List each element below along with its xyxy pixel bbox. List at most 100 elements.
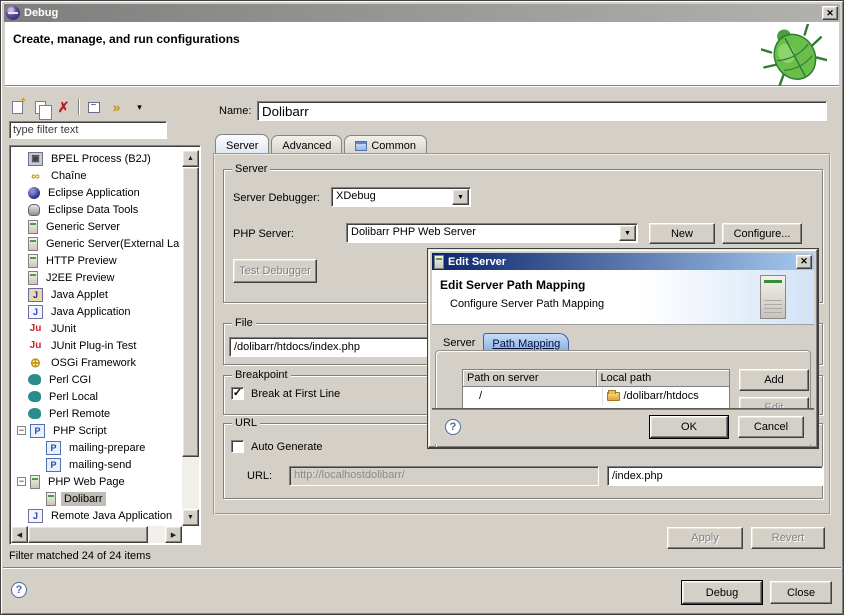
tree-item-label: BPEL Process (B2J) xyxy=(48,152,154,166)
mapping-row[interactable]: //dolibarr/htdocs xyxy=(463,387,729,405)
close-dialog-icon[interactable] xyxy=(796,255,812,269)
php-server-value: Dolibarr PHP Web Server xyxy=(351,226,476,238)
ok-button[interactable]: OK xyxy=(650,416,728,438)
perl-icon xyxy=(28,408,41,419)
tab-common[interactable]: Common xyxy=(344,135,427,154)
apply-button[interactable]: Apply xyxy=(667,527,743,549)
server-icon xyxy=(28,271,38,285)
collapse-expander-icon[interactable]: − xyxy=(17,426,26,435)
tree-item-label: Perl Local xyxy=(46,390,101,404)
tree-item-osgi-framework[interactable]: ⊕OSGi Framework xyxy=(11,354,182,371)
java-icon: J xyxy=(28,305,43,319)
column-header[interactable]: Path on server xyxy=(463,370,597,387)
break-at-first-line-checkbox[interactable] xyxy=(231,387,244,400)
banner-heading: Create, manage, and run configurations xyxy=(13,32,240,46)
name-label: Name: xyxy=(219,105,251,117)
tree-vertical-scrollbar[interactable]: ▲ ▼ xyxy=(182,150,199,526)
new-server-button[interactable]: New xyxy=(649,223,715,244)
column-header[interactable]: Local path xyxy=(597,370,730,387)
delete-configuration-icon[interactable] xyxy=(55,99,72,116)
filter-launch-configurations-icon[interactable] xyxy=(108,99,125,116)
title-bar: Debug xyxy=(4,4,840,22)
tree-item-bpel-process-b2j[interactable]: ▣BPEL Process (B2J) xyxy=(11,150,182,167)
tab-advanced[interactable]: Advanced xyxy=(271,135,342,154)
tree-item-perl-cgi[interactable]: Perl CGI xyxy=(11,371,182,388)
tree-item-java-applet[interactable]: JJava Applet xyxy=(11,286,182,303)
tree-item-label: JUnit Plug-in Test xyxy=(48,339,139,353)
dialog-tab-server[interactable]: Server xyxy=(435,333,483,351)
configure-server-button[interactable]: Configure... xyxy=(722,223,802,244)
tree-item-remote-java-application[interactable]: J Remote Java Application xyxy=(11,507,182,524)
tree-item-generic-server[interactable]: Generic Server xyxy=(11,218,182,235)
filter-input[interactable] xyxy=(9,121,167,139)
cancel-button[interactable]: Cancel xyxy=(738,416,804,438)
help-icon[interactable] xyxy=(11,582,27,598)
debug-button[interactable]: Debug xyxy=(682,581,762,604)
new-configuration-icon[interactable] xyxy=(9,99,26,116)
name-input[interactable] xyxy=(257,101,827,121)
tree-item-eclipse-application[interactable]: Eclipse Application xyxy=(11,184,182,201)
tree-item-java-application[interactable]: JJava Application xyxy=(11,303,182,320)
tree-item-label: Generic Server(External La xyxy=(43,237,182,251)
add-label: Add xyxy=(764,374,784,386)
table-icon xyxy=(355,141,367,151)
collapse-all-icon xyxy=(88,102,100,113)
dialog-help-icon[interactable] xyxy=(445,419,461,435)
tree-item-php-script[interactable]: −PPHP Script xyxy=(11,422,182,439)
server-tower-icon xyxy=(760,275,786,319)
window-title: Debug xyxy=(24,7,58,19)
tree-item-mailing-send[interactable]: Pmailing-send xyxy=(11,456,182,473)
tree-item-generic-server-external-la[interactable]: Generic Server(External La xyxy=(11,235,182,252)
tree-item-php-web-page[interactable]: −PHP Web Page xyxy=(11,473,182,490)
server-icon xyxy=(46,492,56,506)
server-debugger-select[interactable]: XDebug xyxy=(331,187,471,207)
new-configuration-icon xyxy=(12,101,23,114)
menu-dropdown-icon[interactable] xyxy=(131,99,148,116)
tree-item-dolibarr[interactable]: Dolibarr xyxy=(11,490,182,507)
dialog-heading: Edit Server Path Mapping xyxy=(440,278,585,292)
tree-item-perl-local[interactable]: Perl Local xyxy=(11,388,182,405)
folder-icon xyxy=(607,392,620,401)
edit-server-tabs: ServerPath Mapping xyxy=(435,333,569,351)
tree-item-label: Remote Java Application xyxy=(48,509,175,523)
url-path-input[interactable] xyxy=(607,466,823,486)
url-base-value: http://localhostdolibarr/ xyxy=(294,469,405,481)
tree-item-label: Java Applet xyxy=(48,288,111,302)
tab-server[interactable]: Server xyxy=(215,134,269,154)
tree-item-mailing-prepare[interactable]: Pmailing-prepare xyxy=(11,439,182,456)
collapse-all-icon[interactable] xyxy=(85,99,102,116)
tree-item-label: Generic Server xyxy=(43,220,123,234)
server-icon xyxy=(28,254,38,268)
chevron-down-icon[interactable] xyxy=(619,225,636,241)
add-mapping-button[interactable]: Add xyxy=(739,369,809,391)
close-window-icon[interactable] xyxy=(822,6,838,20)
php-icon: P xyxy=(46,441,61,455)
php-server-select[interactable]: Dolibarr PHP Web Server xyxy=(346,223,638,243)
tree-item-junit-plug-in-test[interactable]: JuJUnit Plug-in Test xyxy=(11,337,182,354)
tree-horizontal-scrollbar[interactable]: ◀ ▶ xyxy=(11,526,182,543)
remote-java-icon: J xyxy=(28,509,43,523)
close-button[interactable]: Close xyxy=(770,581,832,604)
revert-button[interactable]: Revert xyxy=(751,527,825,549)
auto-generate-checkbox[interactable] xyxy=(231,440,244,453)
tree-item-eclipse-data-tools[interactable]: Eclipse Data Tools xyxy=(11,201,182,218)
junit-icon: Ju xyxy=(28,322,43,336)
tree-item-junit[interactable]: JuJUnit xyxy=(11,320,182,337)
test-debugger-button[interactable]: Test Debugger xyxy=(233,259,317,283)
edit-server-header: Edit Server Path Mapping Configure Serve… xyxy=(432,270,814,325)
chevron-down-icon[interactable] xyxy=(452,189,469,205)
tree-item-label: Eclipse Data Tools xyxy=(45,203,141,217)
server-group-title: Server xyxy=(232,163,270,175)
tree-item-cha-ne[interactable]: ∞Chaîne xyxy=(11,167,182,184)
dialog-tab-path-mapping[interactable]: Path Mapping xyxy=(483,333,569,351)
tab-label: Advanced xyxy=(282,140,331,152)
dialog-subheading: Configure Server Path Mapping xyxy=(450,298,604,310)
tree-item-perl-remote[interactable]: Perl Remote xyxy=(11,405,182,422)
edit-server-title: Edit Server xyxy=(448,256,506,268)
duplicate-configuration-icon[interactable] xyxy=(32,99,49,116)
tree-item-http-preview[interactable]: HTTP Preview xyxy=(11,252,182,269)
tree-item-label: HTTP Preview xyxy=(43,254,120,268)
tree-item-j2ee-preview[interactable]: J2EE Preview xyxy=(11,269,182,286)
collapse-expander-icon[interactable]: − xyxy=(17,477,26,486)
tree-item-label: Dolibarr xyxy=(61,492,106,506)
